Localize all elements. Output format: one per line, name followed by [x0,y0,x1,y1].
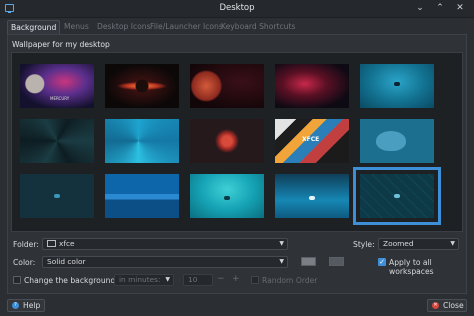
help-icon: ? [12,302,19,309]
random-order-label: Random Order [262,276,318,285]
help-label: Help [23,301,41,310]
color1-button[interactable] [301,257,316,266]
apply-all-label: Apply to all workspaces [389,258,434,276]
tab-menus[interactable]: Menus [61,20,92,33]
mouse-icon [309,196,315,200]
mouse-icon [394,82,400,86]
apply-all-checkbox[interactable]: ✓ [378,258,386,266]
wallpaper-thumb[interactable]: MERCURY [20,64,94,108]
interval-value-input[interactable]: 10 [183,274,213,286]
close-icon[interactable]: ✕ [454,2,466,14]
mouse-icon [54,194,60,198]
random-order-checkbox[interactable] [251,276,259,284]
wallpaper-thumb[interactable] [190,64,264,108]
wallpaper-thumb[interactable] [190,119,264,163]
tab-desktop-icons[interactable]: Desktop Icons [94,20,154,33]
folder-label: Folder: [13,240,39,249]
wallpaper-thumb[interactable] [20,119,94,163]
thumb-caption: MERCURY [50,96,70,101]
color-value: Solid color [47,257,86,266]
interval-unit-value: in minutes: [119,275,161,284]
maximize-icon[interactable]: ⌃ [434,2,446,14]
color-label: Color: [13,258,36,267]
style-label: Style: [353,240,375,249]
wallpaper-thumb[interactable] [20,174,94,218]
change-background-label: Change the background [24,276,116,285]
color-combo[interactable]: Solid color ▼ [42,256,288,268]
style-combo[interactable]: Zoomed ▼ [378,238,459,250]
increment-button[interactable]: + [232,274,240,284]
help-button[interactable]: ? Help [7,299,45,312]
close-label: Close [443,301,464,310]
folder-value: xfce [59,239,75,248]
chevron-down-icon: ▼ [165,276,170,283]
tab-background[interactable]: Background [7,20,61,34]
mouse-icon [224,196,230,200]
window-title: Desktop [219,3,255,13]
wallpaper-thumb[interactable] [275,174,349,218]
wallpaper-thumb[interactable] [190,174,264,218]
thumb-caption: XFCE [302,136,320,143]
chevron-down-icon: ▼ [450,240,455,247]
minimize-icon[interactable]: ⌄ [414,2,426,14]
decrement-button[interactable]: − [217,274,225,284]
change-background-checkbox[interactable] [13,276,21,284]
wallpaper-thumb[interactable] [105,174,179,218]
wallpaper-thumb[interactable] [105,64,179,108]
wallpaper-thumb[interactable] [105,119,179,163]
wallpaper-section-label: Wallpaper for my desktop [12,40,110,49]
mouse-illustration-icon [376,131,406,151]
style-value: Zoomed [383,239,414,248]
wallpaper-thumb[interactable] [275,64,349,108]
interval-value: 10 [188,275,198,284]
title-bar: Desktop ⌄ ⌃ ✕ [0,0,474,18]
tab-keyboard-shortcuts[interactable]: Keyboard Shortcuts [218,20,298,33]
wallpaper-thumb[interactable] [360,64,434,108]
close-button[interactable]: ✕ Close [427,299,467,312]
color2-button[interactable] [329,257,344,266]
folder-combo[interactable]: xfce ▼ [42,238,288,250]
wallpaper-thumb[interactable]: XFCE [275,119,349,163]
wallpaper-grid: MERCURY XFCE [11,52,463,232]
close-icon: ✕ [432,302,439,309]
folder-icon [47,240,56,247]
wallpaper-thumb[interactable] [360,119,434,163]
wallpaper-thumb-selected[interactable] [353,167,441,225]
mouse-icon [394,194,400,198]
interval-unit-combo[interactable]: in minutes: ▼ [114,274,174,286]
tab-file-launcher-icons[interactable]: File/Launcher Icons [147,20,226,33]
chevron-down-icon: ▼ [279,240,284,247]
chevron-down-icon: ▼ [279,258,284,265]
